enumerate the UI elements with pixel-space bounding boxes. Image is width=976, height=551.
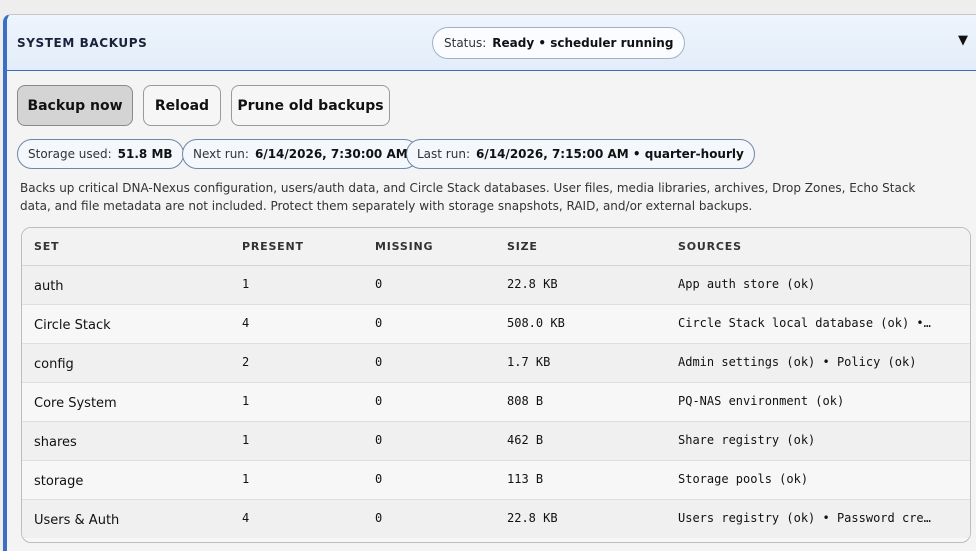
cell-sources: Storage pools (ok) xyxy=(666,460,970,500)
cell-set: Users & Auth xyxy=(22,499,230,538)
cell-set: Circle Stack xyxy=(22,304,230,344)
cell-sources: PQ-NAS environment (ok) xyxy=(666,382,970,422)
table-header-row: SET PRESENT MISSING SIZE SOURCES xyxy=(22,228,970,266)
cell-present: 1 xyxy=(230,382,363,422)
backup-description: Backs up critical DNA-Nexus configuratio… xyxy=(20,181,916,213)
column-header-size: SIZE xyxy=(495,228,666,266)
cell-sources: Users registry (ok) • Password cre… xyxy=(666,499,970,538)
cell-present: 1 xyxy=(230,460,363,500)
prune-old-backups-button[interactable]: Prune old backups xyxy=(231,85,390,126)
cell-size: 22.8 KB xyxy=(495,499,666,538)
cell-present: 4 xyxy=(230,304,363,344)
cell-sources: App auth store (ok) xyxy=(666,265,970,305)
table-row: auth 1 0 22.8 KB App auth store (ok) xyxy=(22,265,970,305)
cell-missing: 0 xyxy=(363,382,495,422)
cell-set: Core System xyxy=(22,382,230,422)
cell-sources: Admin settings (ok) • Policy (ok) xyxy=(666,343,970,383)
cell-size: 462 B xyxy=(495,421,666,461)
cell-sources: Share registry (ok) xyxy=(666,421,970,461)
panel-header[interactable]: SYSTEM BACKUPS Status: Ready • scheduler… xyxy=(7,15,976,71)
cell-set: shares xyxy=(22,421,230,461)
cell-size: 808 B xyxy=(495,382,666,422)
status-label: Status: xyxy=(444,36,487,50)
backup-sets-table: SET PRESENT MISSING SIZE SOURCES auth 1 … xyxy=(21,227,971,543)
table-row: Core System 1 0 808 B PQ-NAS environment… xyxy=(22,382,970,422)
storage-used-value: 51.8 MB xyxy=(117,147,173,161)
cell-size: 22.8 KB xyxy=(495,265,666,305)
cell-missing: 0 xyxy=(363,421,495,461)
cell-present: 2 xyxy=(230,343,363,383)
table-row: config 2 0 1.7 KB Admin settings (ok) • … xyxy=(22,343,970,383)
cell-set: storage xyxy=(22,460,230,500)
cell-size: 508.0 KB xyxy=(495,304,666,344)
next-run-value: 6/14/2026, 7:30:00 AM xyxy=(254,147,408,161)
last-run-label: Last run: xyxy=(417,147,470,161)
next-run-badge: Next run: 6/14/2026, 7:30:00 AM xyxy=(182,139,419,169)
column-header-present: PRESENT xyxy=(230,228,363,266)
cell-sources: Circle Stack local database (ok) •… xyxy=(666,304,970,344)
backup-now-button[interactable]: Backup now xyxy=(17,85,133,126)
reload-button[interactable]: Reload xyxy=(143,85,221,126)
status-value: Ready • scheduler running xyxy=(492,36,674,50)
storage-used-label: Storage used: xyxy=(28,147,112,161)
column-header-missing: MISSING xyxy=(363,228,495,266)
cell-present: 1 xyxy=(230,421,363,461)
system-backups-panel: SYSTEM BACKUPS Status: Ready • scheduler… xyxy=(3,14,976,551)
triangle-down-icon[interactable]: ▼ xyxy=(958,33,968,48)
table-row: Circle Stack 4 0 508.0 KB Circle Stack l… xyxy=(22,304,970,344)
storage-used-badge: Storage used: 51.8 MB xyxy=(17,139,184,169)
column-header-sources: SOURCES xyxy=(666,228,970,266)
cell-missing: 0 xyxy=(363,343,495,383)
column-header-set: SET xyxy=(22,228,230,266)
last-run-value: 6/14/2026, 7:15:00 AM • quarter-hourly xyxy=(476,147,744,161)
cell-set: config xyxy=(22,343,230,383)
table-row: Users & Auth 4 0 22.8 KB Users registry … xyxy=(22,499,970,538)
last-run-badge: Last run: 6/14/2026, 7:15:00 AM • quarte… xyxy=(406,139,755,169)
status-badge: Status: Ready • scheduler running xyxy=(432,27,686,59)
cell-missing: 0 xyxy=(363,304,495,344)
cell-present: 4 xyxy=(230,499,363,538)
panel-title: SYSTEM BACKUPS xyxy=(17,36,148,50)
cell-missing: 0 xyxy=(363,265,495,305)
cell-size: 1.7 KB xyxy=(495,343,666,383)
cell-set: auth xyxy=(22,265,230,305)
table-row: shares 1 0 462 B Share registry (ok) xyxy=(22,421,970,461)
cell-present: 1 xyxy=(230,265,363,305)
cell-size: 113 B xyxy=(495,460,666,500)
table-row: storage 1 0 113 B Storage pools (ok) xyxy=(22,460,970,500)
cell-missing: 0 xyxy=(363,499,495,538)
cell-missing: 0 xyxy=(363,460,495,500)
next-run-label: Next run: xyxy=(193,147,249,161)
